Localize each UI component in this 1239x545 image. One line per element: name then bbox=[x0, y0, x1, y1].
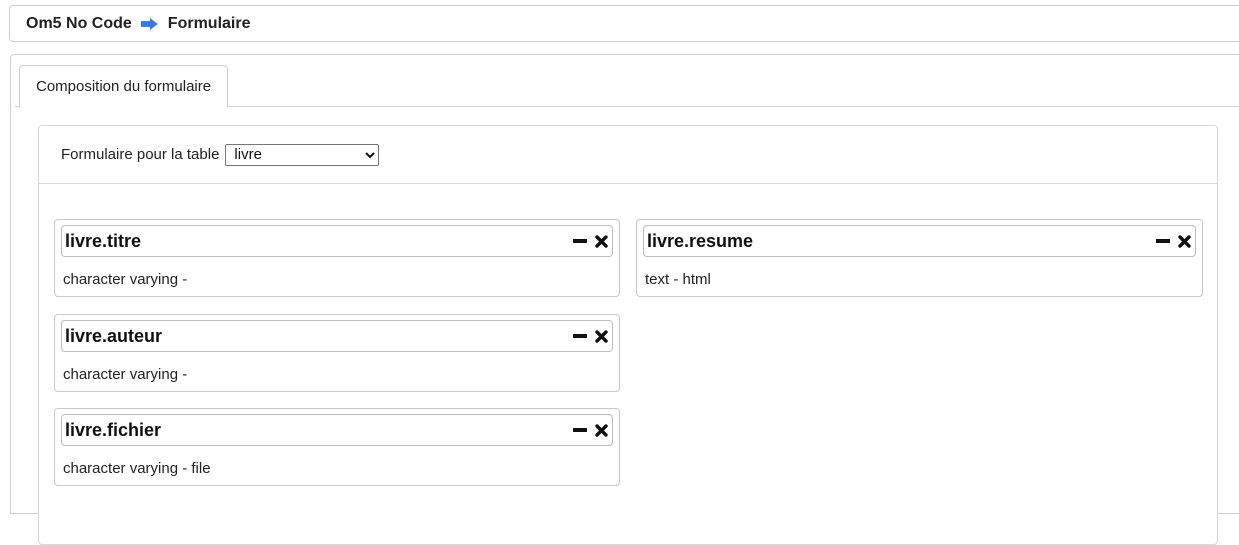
minus-icon[interactable] bbox=[573, 234, 587, 248]
field-header[interactable]: livre.fichier bbox=[61, 414, 613, 446]
field-type: character varying - bbox=[63, 271, 188, 288]
tab-composition[interactable]: Composition du formulaire bbox=[19, 65, 229, 108]
breadcrumb-app[interactable]: Om5 No Code bbox=[26, 15, 132, 33]
field-name: livre.auteur bbox=[65, 325, 163, 346]
field-header[interactable]: livre.auteur bbox=[61, 320, 613, 352]
arrow-right-icon bbox=[140, 17, 160, 31]
table-label: Formulaire pour la table bbox=[61, 146, 220, 163]
tab-bar: Composition du formulaire bbox=[15, 59, 1239, 108]
field-card: livre.fichier character varying - file bbox=[54, 408, 620, 486]
field-card: livre.resume text - html bbox=[636, 219, 1203, 297]
field-name: livre.resume bbox=[647, 230, 754, 251]
form-panel: Formulaire pour la table livre livre.tit… bbox=[38, 125, 1218, 545]
field-type: text - html bbox=[645, 271, 711, 288]
field-name: livre.fichier bbox=[65, 419, 162, 440]
table-select[interactable]: livre bbox=[225, 143, 380, 166]
field-card: livre.titre character varying - bbox=[54, 219, 620, 297]
minus-icon[interactable] bbox=[573, 423, 587, 437]
field-card: livre.auteur character varying - bbox=[54, 314, 620, 392]
close-icon[interactable] bbox=[1178, 234, 1191, 248]
minus-icon[interactable] bbox=[573, 329, 587, 343]
breadcrumb: Om5 No Code Formulaire bbox=[9, 5, 1239, 42]
field-type: character varying - file bbox=[63, 460, 211, 477]
table-selector-row: Formulaire pour la table livre bbox=[39, 126, 1217, 184]
close-icon[interactable] bbox=[595, 423, 608, 437]
field-header[interactable]: livre.resume bbox=[643, 225, 1196, 257]
close-icon[interactable] bbox=[595, 329, 608, 343]
field-type: character varying - bbox=[63, 366, 188, 383]
field-name: livre.titre bbox=[65, 230, 142, 251]
tabs-container: Composition du formulaire Formulaire pou… bbox=[10, 54, 1239, 545]
minus-icon[interactable] bbox=[1156, 234, 1170, 248]
close-icon[interactable] bbox=[595, 234, 608, 248]
breadcrumb-page: Formulaire bbox=[167, 14, 251, 32]
field-header[interactable]: livre.titre bbox=[61, 225, 613, 257]
